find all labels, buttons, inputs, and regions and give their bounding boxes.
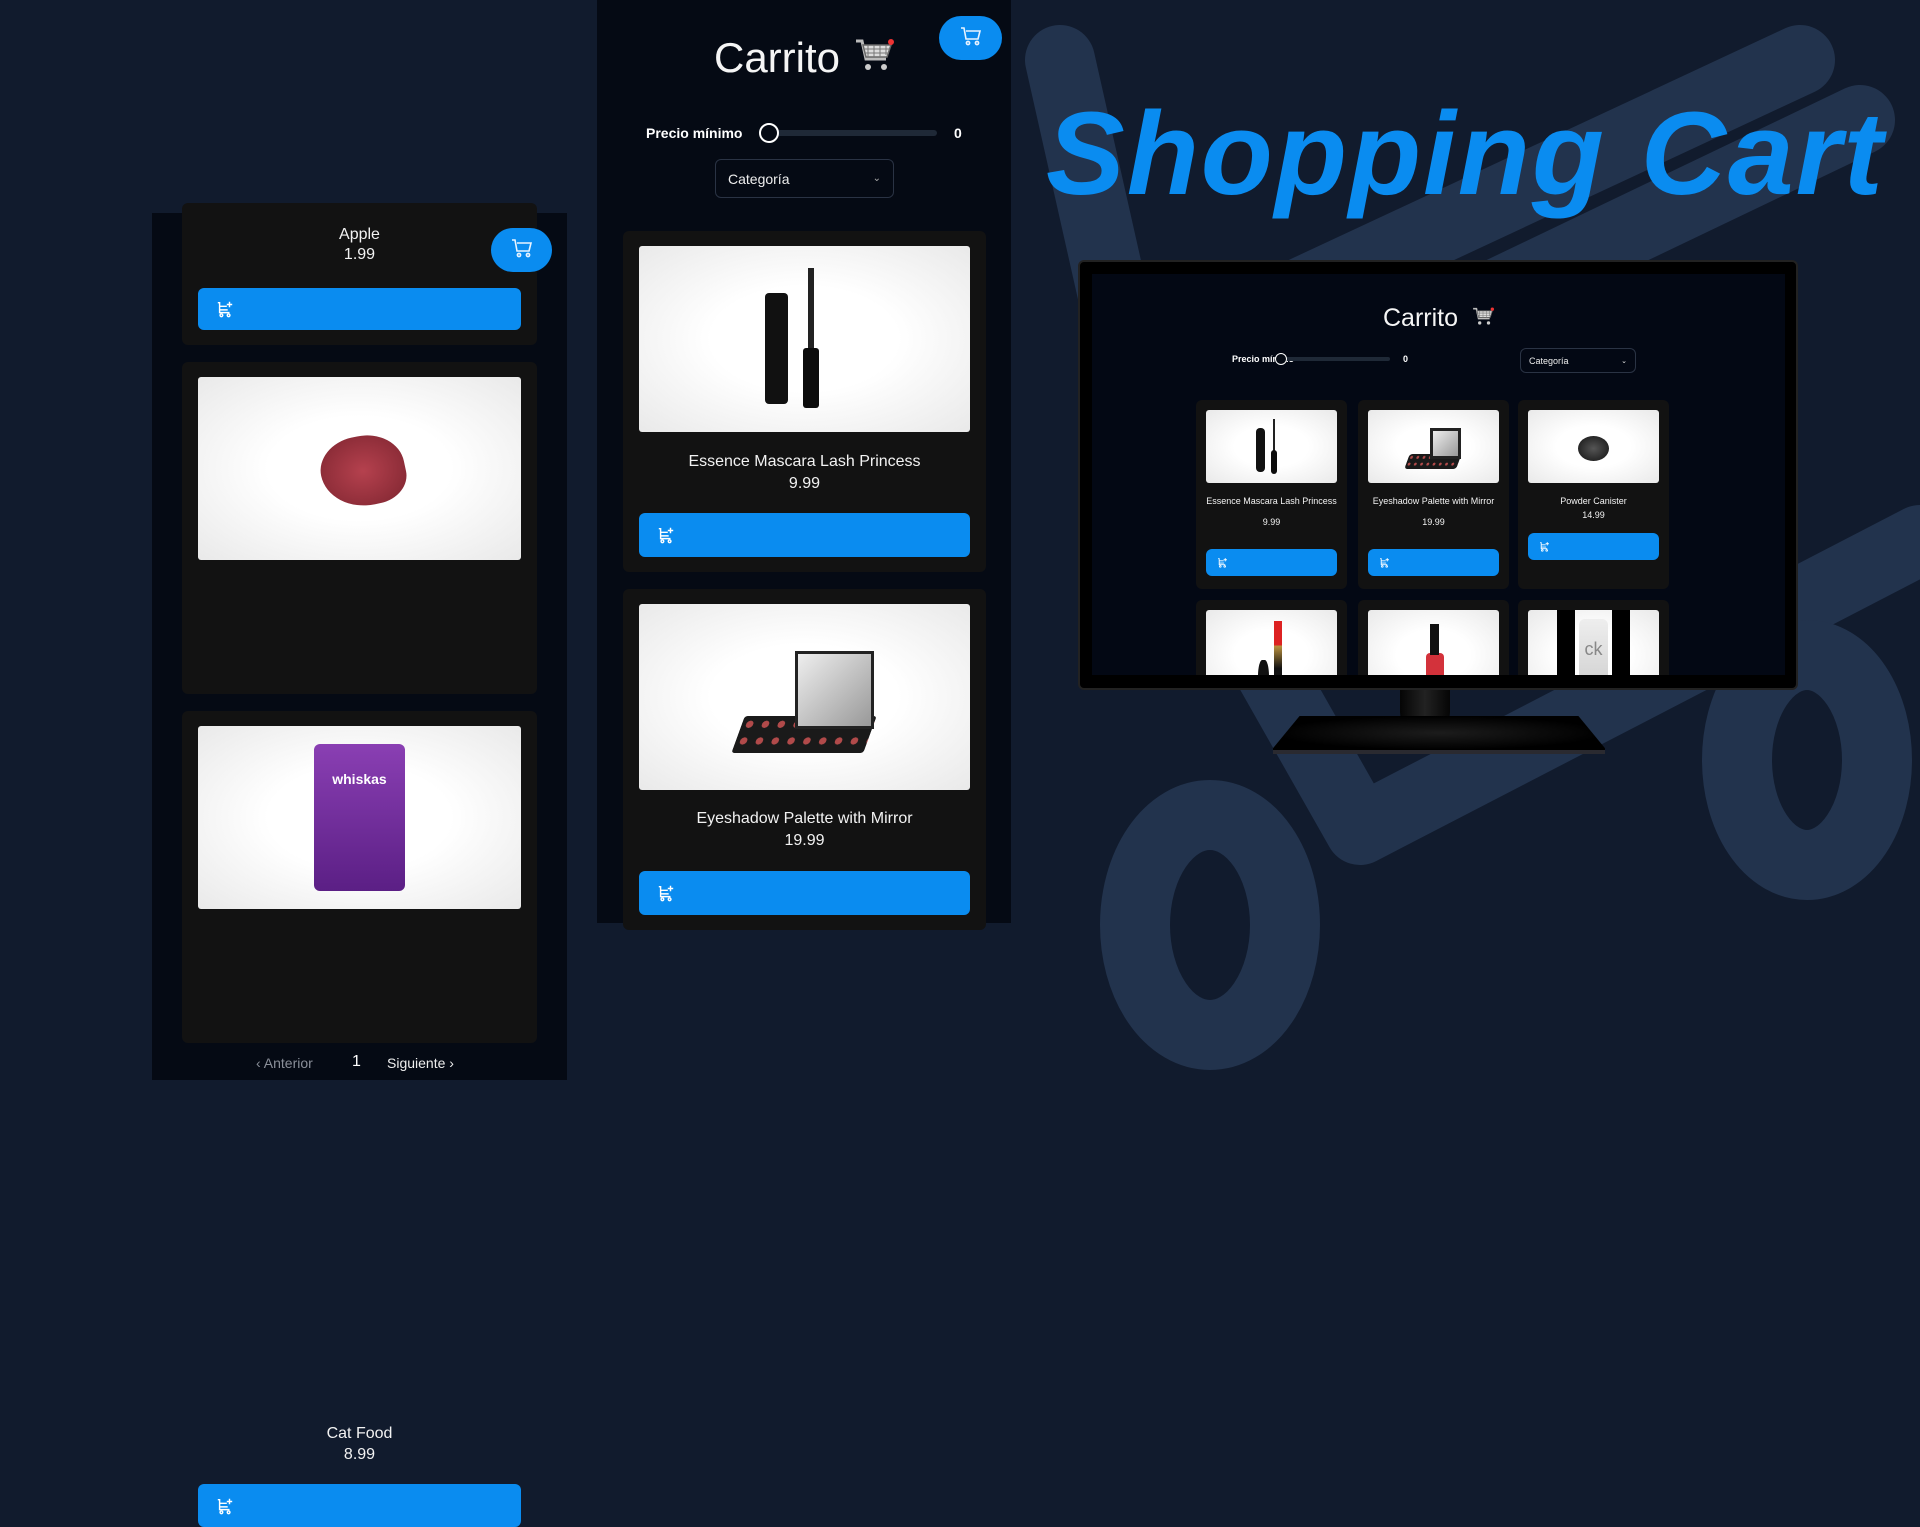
product-card: Beef Steak12.99 — [182, 362, 537, 829]
add-to-cart-button[interactable] — [1206, 549, 1337, 576]
add-to-cart-button[interactable] — [198, 288, 521, 330]
cart-icon — [511, 238, 533, 263]
screen-category-selected: Categoría — [1529, 355, 1569, 366]
add-to-cart-icon — [216, 300, 234, 318]
add-to-cart-icon — [1217, 557, 1228, 568]
product-card: Powder Canister 14.99 — [1518, 400, 1669, 589]
category-selected: Categoría — [728, 170, 790, 187]
product-name: Eyeshadow Palette with Mirror — [1372, 496, 1495, 506]
add-to-cart-icon — [1539, 541, 1550, 552]
product-card: Apple 1.99 — [182, 203, 537, 345]
product-card: whiskas Cat Food 8.99 — [182, 711, 537, 1527]
product-image — [639, 246, 970, 432]
add-to-cart-button[interactable] — [198, 1484, 521, 1527]
product-card: Essence Mascara Lash Princess 9.99 — [1196, 400, 1347, 589]
product-card: ck — [1518, 600, 1669, 675]
page-number: 1 — [352, 1053, 361, 1070]
screen-min-price-value: 0 — [1403, 354, 1409, 364]
product-price: 19.99 — [784, 832, 825, 849]
category-select[interactable]: Categoría ⌄ — [715, 159, 894, 198]
product-name: Cat Food — [326, 1425, 393, 1442]
add-to-cart-button[interactable] — [1528, 533, 1659, 560]
min-price-slider[interactable] — [769, 130, 937, 136]
add-to-cart-button[interactable] — [1368, 549, 1499, 576]
middle-cart-panel: Carrito Precio mínimo 0 Categoría ⌄ Essen… — [597, 0, 1011, 930]
prev-label: Anterior — [263, 1055, 313, 1071]
product-price: 14.99 — [1582, 510, 1605, 520]
shopping-cart-emoji-icon — [1472, 304, 1494, 333]
product-name: Essence Mascara Lash Princess — [1206, 496, 1337, 506]
product-name: Apple — [339, 226, 380, 243]
page-title: Carrito — [597, 34, 1011, 82]
product-image: ck — [1528, 610, 1659, 675]
product-card — [1358, 600, 1509, 675]
product-image — [639, 604, 970, 790]
screen-slider-handle[interactable] — [1275, 353, 1287, 365]
left-product-panel: Apple 1.99 Beef Steak12.99whiskas Cat Food 8… — [152, 203, 567, 1527]
monitor-stand — [1273, 716, 1605, 754]
product-card: Eyeshadow Palette with Mirror 19.99 — [1358, 400, 1509, 589]
add-to-cart-icon — [657, 884, 675, 902]
title-text: Carrito — [713, 34, 841, 81]
product-name: Eyeshadow Palette with Mirror — [696, 810, 913, 827]
product-name: Powder Canister — [1560, 496, 1627, 506]
add-to-cart-icon — [1379, 557, 1390, 568]
chevron-down-icon: ⌄ — [1621, 357, 1627, 365]
product-image — [1206, 610, 1337, 675]
add-to-cart-button[interactable] — [639, 871, 970, 915]
screen-title: Carrito — [1092, 304, 1785, 333]
min-price-label: Precio mínimo — [646, 125, 743, 141]
headline: Shopping Cart — [1046, 88, 1885, 220]
cart-button[interactable] — [491, 228, 552, 272]
shopping-cart-emoji-icon — [854, 34, 895, 82]
screen-category-select[interactable]: Categoría ⌄ — [1520, 348, 1636, 373]
product-image: whiskas — [198, 726, 521, 909]
chevron-down-icon: ⌄ — [872, 173, 881, 184]
product-image — [1368, 410, 1499, 483]
product-price: 19.99 — [1422, 517, 1445, 527]
product-card: Essence Mascara Lash Princess 9.99 — [623, 231, 986, 572]
screen-slider[interactable] — [1280, 357, 1390, 361]
add-to-cart-icon — [216, 1497, 234, 1515]
next-page-button[interactable]: Siguiente › — [387, 1055, 454, 1071]
monitor-mockup: Carrito Precio mínimo 0 Categoría ⌄ Essen… — [1078, 260, 1798, 690]
product-price: 9.99 — [1262, 517, 1281, 527]
product-name: Essence Mascara Lash Princess — [688, 453, 921, 470]
prev-page-button[interactable]: ‹ Anterior — [256, 1055, 313, 1071]
screen-title-text: Carrito — [1382, 304, 1458, 332]
next-label: Siguiente — [387, 1055, 446, 1071]
product-price: 8.99 — [343, 1446, 376, 1463]
product-card — [1196, 600, 1347, 675]
product-card: Eyeshadow Palette with Mirror 19.99 — [623, 589, 986, 930]
product-price: 1.99 — [343, 246, 376, 263]
monitor-screen: Carrito Precio mínimo 0 Categoría ⌄ Essen… — [1092, 274, 1785, 675]
slider-handle[interactable] — [759, 123, 779, 143]
product-price: 9.99 — [788, 475, 821, 492]
product-image — [1206, 410, 1337, 483]
add-to-cart-button[interactable] — [639, 513, 970, 557]
min-price-value: 0 — [954, 125, 962, 141]
product-image — [1368, 610, 1499, 675]
product-image — [1528, 410, 1659, 483]
add-to-cart-icon — [657, 526, 675, 544]
product-image — [198, 377, 521, 560]
